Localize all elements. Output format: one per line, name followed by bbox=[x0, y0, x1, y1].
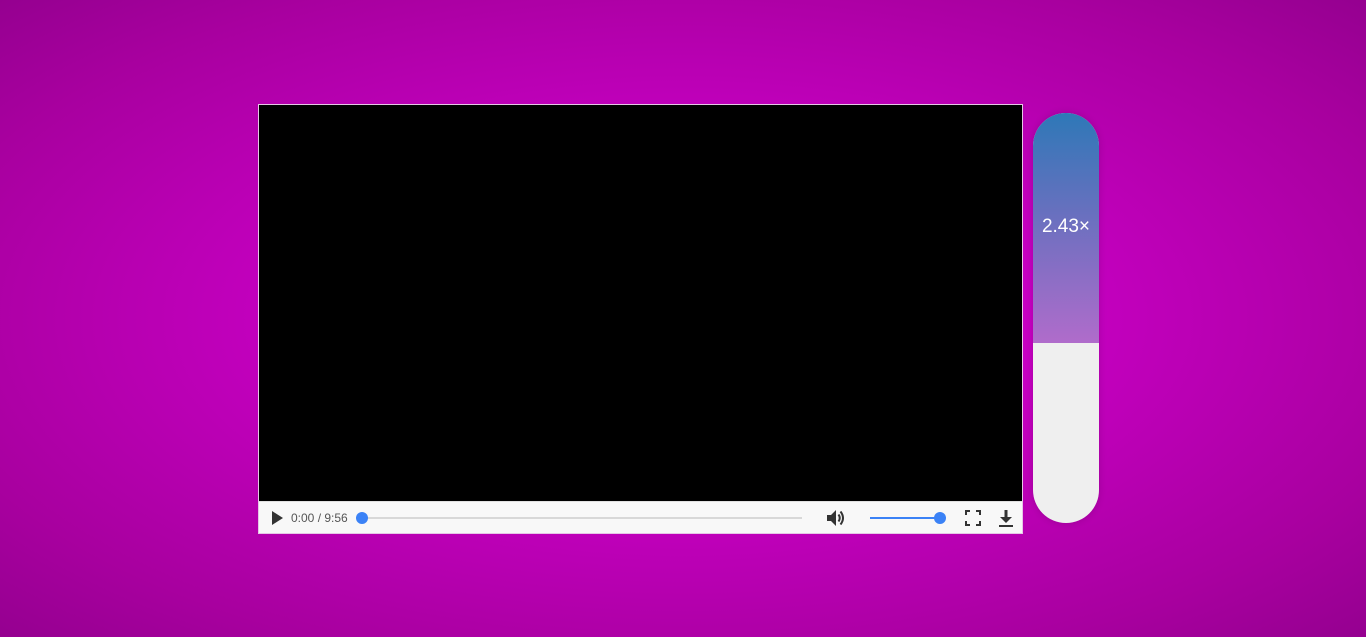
volume-level bbox=[870, 517, 940, 519]
seek-slider[interactable] bbox=[356, 512, 802, 524]
seek-track bbox=[362, 517, 802, 519]
time-display: 0:00 / 9:56 bbox=[291, 511, 348, 525]
volume-slider[interactable] bbox=[870, 512, 946, 524]
volume-thumb[interactable] bbox=[934, 512, 946, 524]
time-separator: / bbox=[314, 511, 325, 525]
fullscreen-icon bbox=[965, 510, 981, 526]
download-button[interactable] bbox=[997, 509, 1015, 527]
current-time: 0:00 bbox=[291, 511, 315, 525]
volume-icon bbox=[827, 510, 844, 526]
download-icon bbox=[999, 510, 1013, 527]
video-controls-bar: 0:00 / 9:56 bbox=[259, 501, 1022, 533]
mute-button[interactable] bbox=[825, 508, 847, 528]
playback-speed-slider[interactable]: 2.43× bbox=[1033, 113, 1099, 523]
seek-thumb[interactable] bbox=[356, 512, 368, 524]
playback-speed-label: 2.43× bbox=[1041, 216, 1091, 237]
video-player: 0:00 / 9:56 bbox=[258, 104, 1023, 534]
video-display[interactable] bbox=[259, 105, 1022, 501]
fullscreen-button[interactable] bbox=[965, 510, 981, 526]
duration: 9:56 bbox=[324, 511, 348, 525]
play-button[interactable] bbox=[270, 510, 284, 526]
play-icon bbox=[272, 511, 283, 525]
